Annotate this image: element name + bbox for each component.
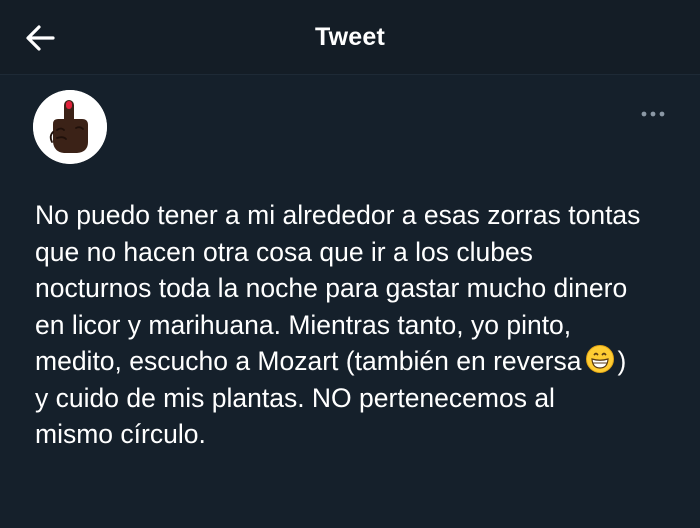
page-title: Tweet: [315, 23, 385, 51]
avatar[interactable]: [33, 90, 107, 164]
middle-finger-emoji-avatar: [33, 90, 107, 164]
tweet-text: No puedo tener a mi alrededor a esas zor…: [35, 197, 685, 453]
more-horizontal-icon: [641, 111, 665, 117]
grinning-face-emoji: [585, 344, 615, 374]
more-options-button[interactable]: [636, 104, 670, 124]
tweet-text-part-1: No puedo tener a mi alrededor a esas zor…: [35, 200, 641, 376]
top-bar: Tweet: [0, 0, 700, 75]
